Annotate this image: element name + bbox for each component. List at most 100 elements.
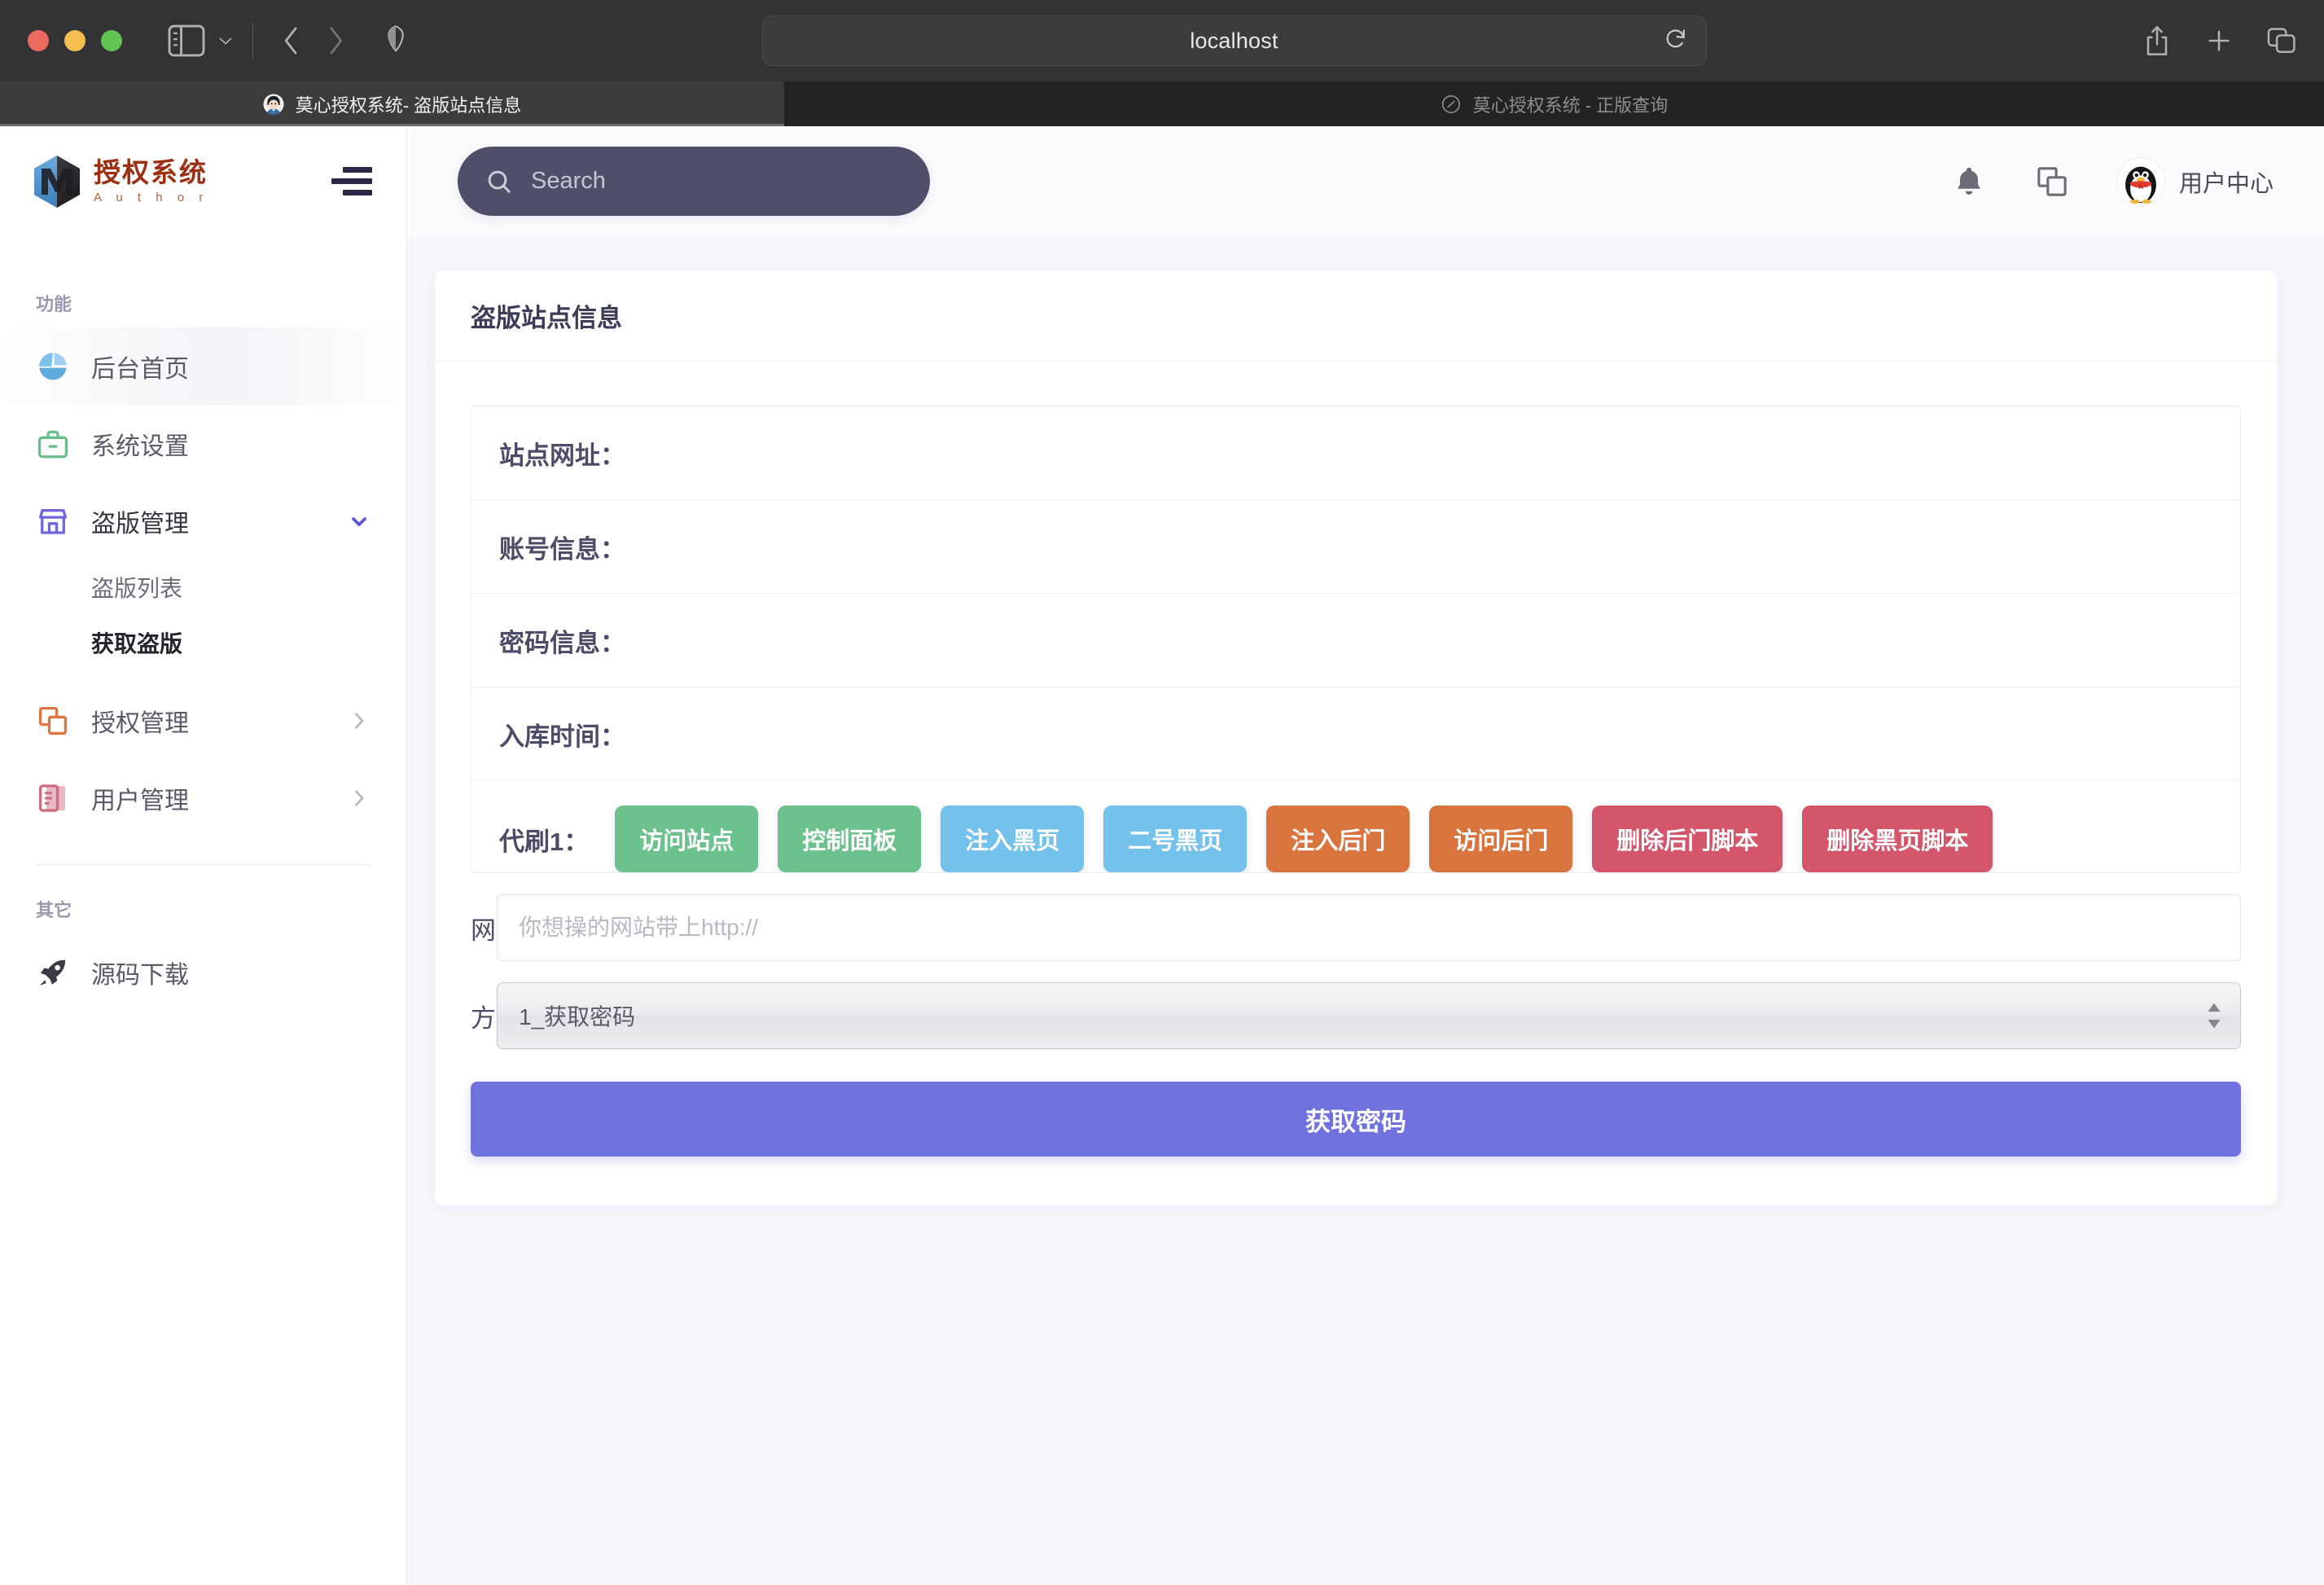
tab-overview-icon[interactable] <box>2267 27 2296 55</box>
delete-blackpage-script-button[interactable]: 删除黑页脚本 <box>1802 806 1993 872</box>
browser-right-tools <box>2143 24 2296 57</box>
sidebar-brand: 授权系统 A u t h o r <box>0 126 406 236</box>
sidebar-item-license-management[interactable]: 授权管理 <box>0 682 406 759</box>
sidebar-item-label: 用户管理 <box>91 787 189 814</box>
app-main: Search 用户中心 盗版站点信息 站点网址： 账号信息： 密码信息： 入库时… <box>407 126 2324 1585</box>
chevron-down-icon[interactable] <box>348 510 371 533</box>
browser-tabstrip: 莫心授权系统- 盗版站点信息 莫心授权系统 - 正版查询 <box>0 81 2324 126</box>
action-button-row: 代刷1： 访问站点 控制面板 注入黑页 二号黑页 注入后门 访问后门 删除后门脚… <box>471 781 2240 872</box>
sidebar-group-label: 功能 <box>36 294 72 314</box>
chevron-down-icon[interactable] <box>215 34 236 47</box>
info-label: 入库时间： <box>499 722 625 751</box>
toolbox-icon <box>37 430 68 458</box>
window-traffic-lights <box>28 30 122 51</box>
table-row: 账号信息： <box>471 500 2240 594</box>
mode-select-wrap <box>497 982 2241 1049</box>
info-label: 账号信息： <box>499 534 625 564</box>
bell-icon[interactable] <box>1951 164 1987 200</box>
topbar-actions: 用户中心 <box>1951 157 2274 205</box>
sidebar-item-user-management[interactable]: 用户管理 <box>0 759 406 836</box>
doc-icon <box>38 784 66 812</box>
visit-site-button[interactable]: 访问站点 <box>615 806 759 872</box>
brand-subtitle: A u t h o r <box>94 191 209 204</box>
sidebar-divider <box>36 864 371 865</box>
search-input[interactable]: Search <box>458 147 930 216</box>
close-window-button[interactable] <box>28 30 49 51</box>
search-icon <box>488 170 511 193</box>
sidebar-item-piracy-management[interactable]: 盗版管理 <box>0 482 406 560</box>
chevron-right-icon[interactable] <box>348 787 371 810</box>
main-content: 盗版站点信息 站点网址： 账号信息： 密码信息： 入库时间： 代刷1： 访问站点… <box>407 236 2324 1585</box>
card-body: 站点网址： 账号信息： 密码信息： 入库时间： 代刷1： 访问站点 控制面板 注… <box>435 362 2277 1205</box>
piracy-site-card: 盗版站点信息 站点网址： 账号信息： 密码信息： 入库时间： 代刷1： 访问站点… <box>435 270 2277 1205</box>
brand-logo-block[interactable]: 授权系统 A u t h o r <box>31 154 331 209</box>
pie-chart-icon <box>39 352 67 380</box>
user-center-button[interactable]: 用户中心 <box>2116 157 2274 205</box>
card-header: 盗版站点信息 <box>435 270 2277 362</box>
store-icon <box>38 508 68 534</box>
table-row: 密码信息： <box>471 594 2240 687</box>
sidebar-icon[interactable] <box>168 22 205 59</box>
share-icon[interactable] <box>2143 24 2171 57</box>
search-placeholder: Search <box>531 168 606 194</box>
browser-titlebar: localhost <box>0 0 2324 81</box>
sidebar-subitem-label: 获取盗版 <box>91 631 183 656</box>
action-row-label: 代刷1： <box>499 827 590 856</box>
mode-select[interactable] <box>497 982 2241 1049</box>
penguin-avatar <box>2116 157 2164 205</box>
info-label: 密码信息： <box>499 628 625 657</box>
brand-title: 授权系统 <box>94 156 208 188</box>
sidebar-item-system-settings[interactable]: 系统设置 <box>0 405 406 482</box>
forward-icon[interactable] <box>314 19 357 63</box>
sidebar-item-label: 授权管理 <box>91 709 189 737</box>
app-sidebar: 授权系统 A u t h o r 功能 后台首页 系统设置 盗版管理 盗版列表 … <box>0 126 407 1585</box>
minimize-window-button[interactable] <box>64 30 86 51</box>
app-topbar: Search 用户中心 <box>407 126 2324 236</box>
rocket-icon <box>39 959 66 986</box>
mode-form-row: 方式 <box>471 982 2241 1049</box>
reload-icon[interactable] <box>1664 27 1688 55</box>
tab-favicon-avatar <box>263 93 284 115</box>
url-text: localhost <box>1190 28 1278 53</box>
get-password-button[interactable]: 获取密码 <box>471 1082 2241 1157</box>
page-title: 盗版站点信息 <box>471 304 622 332</box>
url-input[interactable]: localhost <box>761 15 1707 66</box>
copy-icon[interactable] <box>2034 164 2070 200</box>
address-bar-region: localhost <box>357 15 2111 66</box>
hamburger-icon[interactable] <box>331 167 372 195</box>
brand-logo-icon <box>34 155 80 208</box>
url-form-row: 网址 <box>471 894 2241 961</box>
visit-backdoor-button[interactable]: 访问后门 <box>1429 806 1573 872</box>
browser-tab-inactive[interactable]: 莫心授权系统 - 正版查询 <box>784 81 2324 126</box>
sidebar-subitem-piracy-list[interactable]: 盗版列表 <box>0 560 406 615</box>
sidebar-item-dashboard[interactable]: 后台首页 <box>0 327 406 405</box>
shield-icon <box>385 25 406 57</box>
user-center-label: 用户中心 <box>2178 170 2274 197</box>
sidebar-item-label: 源码下载 <box>91 961 189 989</box>
target-url-input[interactable] <box>497 894 2241 961</box>
new-tab-icon[interactable] <box>2205 27 2233 55</box>
safari-browser-window: localhost 莫心授权系统- 盗版站点信息 莫心授权系统 - 正版查询 授… <box>0 0 2324 1585</box>
zoom-window-button[interactable] <box>101 30 122 51</box>
sidebar-item-source-download[interactable]: 源码下载 <box>0 933 406 1011</box>
sidebar-item-label: 盗版管理 <box>91 510 189 538</box>
tab-favicon-generic <box>1441 94 1460 113</box>
site-info-table: 站点网址： 账号信息： 密码信息： 入库时间： 代刷1： 访问站点 控制面板 注… <box>471 406 2241 873</box>
table-row: 入库时间： <box>471 687 2240 781</box>
browser-tab-title: 莫心授权系统- 盗版站点信息 <box>295 94 522 116</box>
table-row: 站点网址： <box>471 406 2240 500</box>
browser-tab-active[interactable]: 莫心授权系统- 盗版站点信息 <box>0 81 784 126</box>
delete-backdoor-script-button[interactable]: 删除后门脚本 <box>1592 806 1783 872</box>
toolbar-divider <box>252 23 253 59</box>
sidebar-group-label: 其它 <box>36 900 72 920</box>
inject-blackpage-button[interactable]: 注入黑页 <box>941 806 1085 872</box>
sidebar-subitem-label: 盗版列表 <box>91 576 183 601</box>
control-panel-button[interactable]: 控制面板 <box>778 806 922 872</box>
sidebar-item-label: 后台首页 <box>91 355 189 383</box>
copy-icon <box>38 706 68 735</box>
back-icon[interactable] <box>270 19 314 63</box>
chevron-right-icon[interactable] <box>348 709 371 732</box>
second-blackpage-button[interactable]: 二号黑页 <box>1103 806 1248 872</box>
inject-backdoor-button[interactable]: 注入后门 <box>1266 806 1410 872</box>
sidebar-subitem-get-piracy[interactable]: 获取盗版 <box>0 615 406 670</box>
